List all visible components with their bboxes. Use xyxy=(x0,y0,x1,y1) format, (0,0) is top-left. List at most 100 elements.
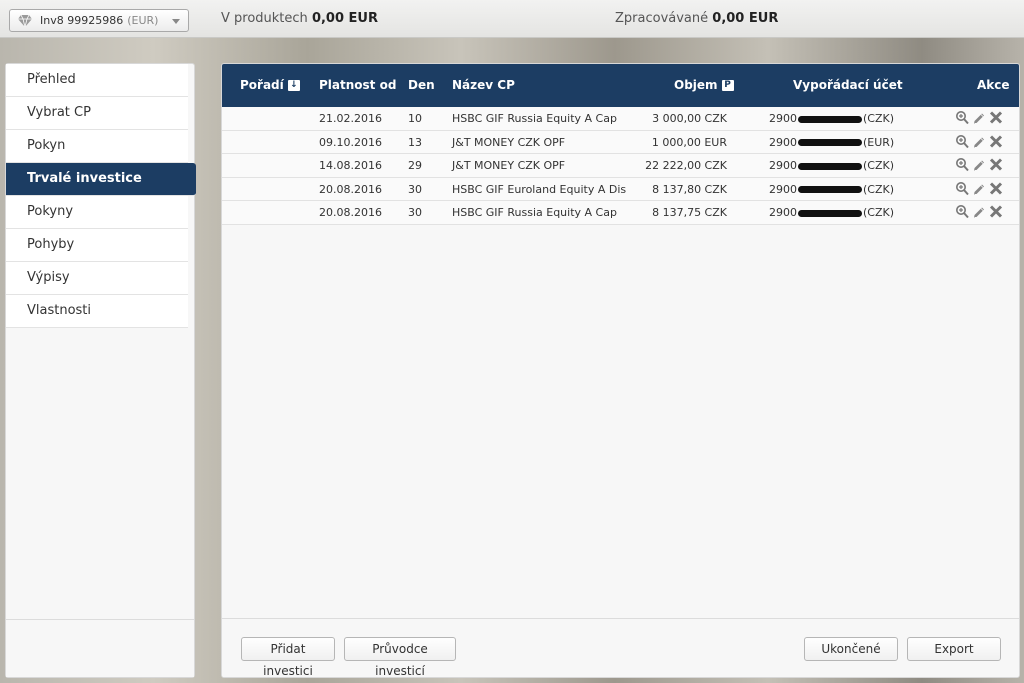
finished-button[interactable]: Ukončené xyxy=(804,637,898,661)
account-prefix: 2900 xyxy=(769,135,797,149)
cell-security: HSBC GIF Russia Equity A Cap xyxy=(452,206,617,219)
cell-volume: 22 222,00 CZK xyxy=(645,159,727,172)
cell-account: 2900 (EUR) xyxy=(769,136,894,149)
col-order-label: Pořadí xyxy=(240,78,284,92)
table-row: 20.08.2016 30 HSBC GIF Euroland Equity A D… xyxy=(222,177,1019,201)
cell-account: 2900 (CZK) xyxy=(769,206,894,219)
cell-day: 29 xyxy=(408,159,422,172)
add-investment-button[interactable]: Přidat investici xyxy=(241,637,335,677)
delete-x-icon xyxy=(989,110,1003,125)
account-currency: (EUR) xyxy=(127,14,159,27)
table-body: 21.02.2016 10 HSBC GIF Russia Equity A Cap… xyxy=(222,107,1019,225)
diamond-icon xyxy=(18,14,32,27)
account-currency: (CZK) xyxy=(863,206,895,219)
cell-security: HSBC GIF Euroland Equity A Dis xyxy=(452,182,627,196)
sidebar-item-properties[interactable]: Vlastnosti xyxy=(6,295,188,328)
col-account: Vypořádací účet xyxy=(793,78,903,92)
investment-wizard-button[interactable]: Průvodce investicí xyxy=(344,637,456,677)
cell-security: HSBC GIF Russia Equity A Cap xyxy=(452,112,617,125)
products-value: 0,00 EUR xyxy=(311,11,378,26)
redacted-account-number xyxy=(798,162,862,170)
detail-button[interactable] xyxy=(955,181,969,196)
cell-valid-from: 14.08.2016 xyxy=(319,159,382,172)
col-valid-from: Platnost od xyxy=(319,78,397,92)
detail-button[interactable] xyxy=(955,157,969,172)
cell-account: 2900 (CZK) xyxy=(769,159,894,172)
account-currency: (CZK) xyxy=(863,112,895,125)
sidebar-nav: Přehled Vybrat CP Pokyn Trvalé investice… xyxy=(6,64,196,328)
redacted-account-number xyxy=(798,209,862,217)
cell-security: J&T MONEY CZK OPF xyxy=(452,159,566,172)
delete-x-icon xyxy=(989,134,1003,149)
delete-button[interactable] xyxy=(989,157,1003,172)
delete-x-icon xyxy=(989,181,1003,196)
processing-label: Zpracovávané xyxy=(615,11,709,26)
account-currency: (CZK) xyxy=(863,182,895,196)
col-volume-label: Objem xyxy=(674,78,718,92)
account-prefix: 2900 xyxy=(769,182,797,196)
table-header: Pořadí ↓ Platnost od Den Název CP Objem P … xyxy=(222,64,1019,107)
pencil-icon xyxy=(972,110,986,125)
export-button[interactable]: Export xyxy=(907,637,1001,661)
sidebar-item-movements[interactable]: Pohyby xyxy=(6,229,188,262)
sidebar-item-order[interactable]: Pokyn xyxy=(6,130,188,163)
delete-button[interactable] xyxy=(989,110,1003,125)
detail-button[interactable] xyxy=(955,110,969,125)
standing-investments-panel: Pořadí ↓ Platnost od Den Název CP Objem P … xyxy=(221,63,1020,678)
edit-button[interactable] xyxy=(972,110,986,125)
col-security: Název CP xyxy=(452,78,515,92)
table-row: 14.08.2016 29 J&T MONEY CZK OPF 22 222,00 C… xyxy=(222,154,1019,178)
detail-button[interactable] xyxy=(955,134,969,149)
processing-summary: Zpracovávané 0,00 EUR xyxy=(615,11,778,26)
delete-x-icon xyxy=(989,204,1003,219)
account-select[interactable]: Inv8 99925986 (EUR) xyxy=(9,9,189,32)
cell-valid-from: 20.08.2016 xyxy=(319,182,382,196)
account-name: Inv8 99925986 xyxy=(40,14,124,27)
sidebar-item-standing-investments[interactable]: Trvalé investice xyxy=(6,163,196,196)
sidebar-item-orders[interactable]: Pokyny xyxy=(6,196,188,229)
sort-arrow-icon: ↓ xyxy=(287,80,300,91)
edit-button[interactable] xyxy=(972,157,986,172)
cell-valid-from: 09.10.2016 xyxy=(319,135,382,149)
col-order[interactable]: Pořadí ↓ xyxy=(240,78,300,92)
delete-button[interactable] xyxy=(989,181,1003,196)
edit-button[interactable] xyxy=(972,204,986,219)
edit-button[interactable] xyxy=(972,181,986,196)
account-prefix: 2900 xyxy=(769,206,797,219)
col-volume[interactable]: Objem P xyxy=(674,78,734,92)
cell-volume: 8 137,80 CZK xyxy=(652,182,727,196)
cell-valid-from: 20.08.2016 xyxy=(319,206,382,219)
account-prefix: 2900 xyxy=(769,112,797,125)
cell-day: 10 xyxy=(408,112,422,125)
cell-account: 2900 (CZK) xyxy=(769,112,894,125)
col-day: Den xyxy=(408,78,435,92)
magnifier-plus-icon xyxy=(955,204,969,219)
sidebar-item-overview[interactable]: Přehled xyxy=(6,64,188,97)
magnifier-plus-icon xyxy=(955,181,969,196)
cell-day: 13 xyxy=(408,135,422,149)
panel-footer: Přidat investici Průvodce investicí Ukon… xyxy=(222,618,1019,677)
delete-button[interactable] xyxy=(989,134,1003,149)
pencil-icon xyxy=(972,134,986,149)
cell-day: 30 xyxy=(408,206,422,219)
table-row: 20.08.2016 30 HSBC GIF Russia Equity A Cap… xyxy=(222,201,1019,225)
pencil-icon xyxy=(972,157,986,172)
account-currency: (CZK) xyxy=(863,159,895,172)
volume-badge-icon: P xyxy=(721,80,734,91)
pencil-icon xyxy=(972,181,986,196)
top-bar: Inv8 99925986 (EUR) V produktech 0,00 EU… xyxy=(0,0,1024,38)
magnifier-plus-icon xyxy=(955,110,969,125)
table-row: 21.02.2016 10 HSBC GIF Russia Equity A Cap… xyxy=(222,107,1019,131)
magnifier-plus-icon xyxy=(955,157,969,172)
edit-button[interactable] xyxy=(972,134,986,149)
sidebar-item-select-security[interactable]: Vybrat CP xyxy=(6,97,188,130)
chevron-down-icon xyxy=(172,19,180,24)
account-currency: (EUR) xyxy=(863,135,895,149)
sidebar-item-statements[interactable]: Výpisy xyxy=(6,262,188,295)
account-prefix: 2900 xyxy=(769,159,797,172)
sidebar: Přehled Vybrat CP Pokyn Trvalé investice… xyxy=(5,63,196,678)
detail-button[interactable] xyxy=(955,204,969,219)
delete-button[interactable] xyxy=(989,204,1003,219)
delete-x-icon xyxy=(989,157,1003,172)
row-actions xyxy=(955,157,1003,172)
